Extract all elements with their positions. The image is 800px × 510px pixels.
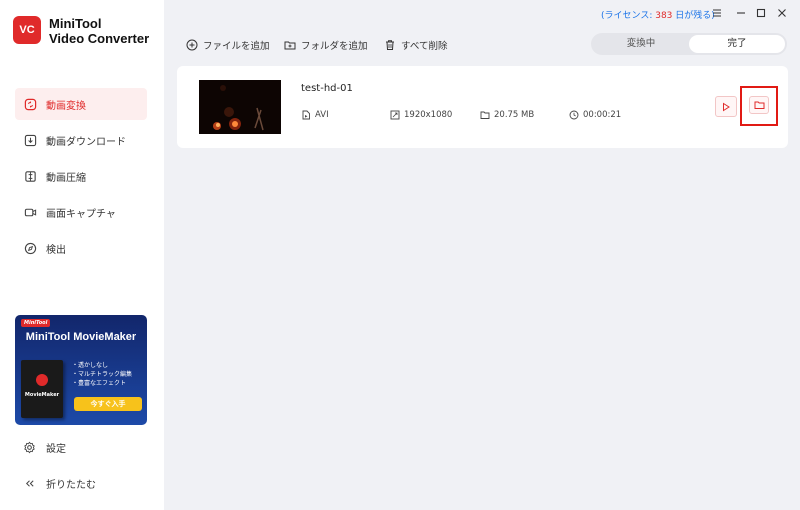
sidebar-item-convert[interactable]: 動画変換 bbox=[15, 88, 147, 120]
file-size-value: 20.75 MB bbox=[494, 110, 535, 120]
camera-icon bbox=[23, 205, 37, 219]
add-files-button[interactable]: ファイルを追加 bbox=[186, 38, 270, 52]
converted-file-card: test-hd-01 AVI 1920x1080 20.75 MB 00:00:… bbox=[177, 66, 788, 148]
sidebar-item-download[interactable]: 動画ダウンロード bbox=[15, 124, 147, 156]
convert-icon bbox=[23, 97, 37, 111]
video-thumbnail[interactable] bbox=[199, 80, 281, 134]
add-files-label: ファイルを追加 bbox=[203, 41, 270, 52]
app-logo: VC bbox=[13, 16, 41, 44]
play-button[interactable] bbox=[715, 96, 737, 117]
moviemaker-box-image: MovieMaker bbox=[21, 360, 63, 418]
close-button[interactable] bbox=[775, 6, 789, 20]
license-suffix: 日が残る) bbox=[672, 11, 715, 21]
tab-converting[interactable]: 変換中 bbox=[593, 35, 689, 53]
resolution-icon bbox=[390, 110, 400, 120]
double-chevron-left-icon bbox=[22, 477, 36, 491]
file-name: test-hd-01 bbox=[301, 83, 353, 94]
open-folder-button[interactable] bbox=[749, 96, 769, 114]
sidebar-item-label: 動画変換 bbox=[46, 100, 86, 112]
close-icon bbox=[778, 9, 786, 17]
file-format: AVI bbox=[301, 110, 329, 120]
sidebar-item-label: 動画ダウンロード bbox=[46, 136, 126, 148]
file-format-value: AVI bbox=[315, 110, 329, 120]
folder-plus-icon bbox=[284, 39, 296, 51]
minimize-button[interactable] bbox=[734, 6, 748, 20]
tab-finished[interactable]: 完了 bbox=[689, 35, 785, 53]
compress-icon bbox=[23, 169, 37, 183]
app-title: MiniTool Video Converter bbox=[49, 16, 149, 46]
folder-icon bbox=[754, 101, 764, 109]
promo-badge: MiniTool bbox=[21, 319, 51, 327]
sidebar-item-label: 検出 bbox=[46, 244, 66, 256]
sidebar-item-compress[interactable]: 動画圧縮 bbox=[15, 160, 147, 192]
trash-icon bbox=[384, 39, 396, 51]
download-icon bbox=[23, 133, 37, 147]
folder-icon bbox=[480, 110, 490, 120]
play-icon bbox=[723, 102, 730, 111]
file-duration: 00:00:21 bbox=[569, 110, 621, 120]
collapse-label: 折りたたむ bbox=[46, 480, 96, 491]
file-resolution: 1920x1080 bbox=[390, 110, 452, 120]
plus-circle-icon bbox=[186, 39, 198, 51]
sidebar-item-label: 動画圧縮 bbox=[46, 172, 86, 184]
license-days-count: 383 bbox=[655, 11, 673, 21]
file-duration-value: 00:00:21 bbox=[583, 110, 622, 120]
sidebar-item-discover[interactable]: 検出 bbox=[15, 232, 147, 264]
promo-box-label: MovieMaker bbox=[24, 392, 60, 398]
promo-feature: ・透かしなし bbox=[72, 362, 109, 369]
delete-all-button[interactable]: すべて削除 bbox=[384, 38, 447, 52]
sidebar-item-capture[interactable]: 画面キャプチャ bbox=[15, 196, 147, 228]
maximize-icon bbox=[756, 8, 766, 18]
file-video-icon bbox=[301, 110, 311, 120]
delete-all-label: すべて削除 bbox=[401, 41, 448, 52]
promo-feature-list: ・透かしなし ・マルチトラック編集 ・豊富なエフェクト bbox=[72, 361, 132, 388]
sidebar: VC MiniTool Video Converter 動画変換 動画ダウンロー… bbox=[0, 0, 164, 510]
sidebar-item-label: 画面キャプチャ bbox=[46, 208, 116, 220]
app-title-line2: Video Converter bbox=[49, 31, 150, 46]
file-size: 20.75 MB bbox=[480, 110, 534, 120]
license-prefix: (ライセンス: bbox=[601, 11, 656, 21]
moviemaker-promo-banner[interactable]: MiniTool MiniTool MovieMaker MovieMaker … bbox=[15, 315, 147, 425]
sidebar-nav: 動画変換 動画ダウンロード 動画圧縮 画面キャプチャ 検出 bbox=[15, 88, 147, 268]
license-status[interactable]: (ライセンス: 383 日が残る) bbox=[601, 8, 715, 21]
gear-icon bbox=[22, 441, 36, 455]
add-folder-label: フォルダを追加 bbox=[301, 41, 368, 52]
add-folder-button[interactable]: フォルダを追加 bbox=[284, 38, 368, 52]
get-now-button[interactable]: 今すぐ入手 bbox=[74, 397, 142, 411]
menu-button[interactable] bbox=[710, 6, 724, 20]
clock-icon bbox=[569, 110, 579, 120]
moviemaker-logo-icon bbox=[36, 374, 48, 386]
settings-button[interactable]: 設定 bbox=[22, 440, 66, 455]
settings-label: 設定 bbox=[46, 444, 66, 455]
file-resolution-value: 1920x1080 bbox=[404, 110, 453, 120]
minimize-icon bbox=[737, 12, 745, 14]
maximize-button[interactable] bbox=[754, 6, 768, 20]
promo-title: MiniTool MovieMaker bbox=[25, 331, 137, 343]
promo-feature: ・マルチトラック編集 bbox=[72, 371, 133, 378]
app-title-line1: MiniTool bbox=[49, 16, 102, 31]
compass-icon bbox=[23, 241, 37, 255]
promo-feature: ・豊富なエフェクト bbox=[72, 380, 127, 387]
collapse-button[interactable]: 折りたたむ bbox=[22, 476, 96, 491]
conversion-status-tabs: 変換中 完了 bbox=[591, 33, 787, 55]
hamburger-icon bbox=[713, 9, 721, 17]
highlight-box bbox=[740, 86, 778, 126]
